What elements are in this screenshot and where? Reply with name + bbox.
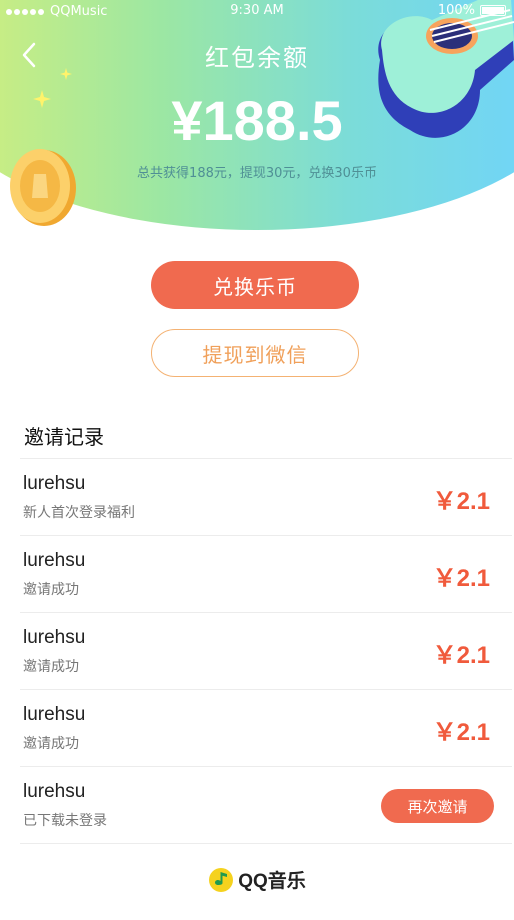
record-description: 已下载未登录 (23, 813, 107, 829)
invite-record-list: lurehsu 新人首次登录福利 ￥2.1 lurehsu 邀请成功 ￥2.1 … (20, 458, 512, 844)
record-description: 邀请成功 (23, 659, 79, 675)
qq-music-logo-icon (209, 867, 234, 892)
page-title: 红包余额 (205, 44, 309, 72)
record-username: lurehsu (23, 781, 86, 802)
reinvite-button[interactable]: 再次邀请 (381, 789, 494, 823)
record-description: 新人首次登录福利 (23, 505, 135, 521)
record-amount: ￥2.1 (432, 565, 490, 592)
battery-percent: 100% (437, 3, 475, 18)
list-divider (20, 843, 512, 844)
record-amount: ￥2.1 (432, 488, 490, 515)
list-item: lurehsu 邀请成功 ￥2.1 (20, 535, 512, 612)
record-username: lurehsu (23, 550, 86, 571)
list-item: lurehsu 邀请成功 ￥2.1 (20, 612, 512, 689)
record-amount: ￥2.1 (432, 642, 490, 669)
record-amount: ￥2.1 (432, 719, 490, 746)
record-username: lurehsu (23, 473, 86, 494)
footer-logo-text: QQ音乐 (238, 871, 306, 892)
section-title: 邀请记录 (24, 425, 104, 449)
record-username: lurehsu (23, 704, 86, 725)
coin-illustration (10, 149, 76, 226)
record-description: 邀请成功 (23, 736, 79, 752)
record-description: 邀请成功 (23, 582, 79, 598)
header-banner: QQMusic 9:30 AM 100% 红包余额 ¥188.5 总共获得188… (0, 0, 514, 230)
balance-summary: 总共获得188元，提现30元，兑换30乐币 (137, 166, 377, 181)
withdraw-to-wechat-button[interactable]: 提现到微信 (151, 329, 359, 377)
footer-logo: QQ音乐 (0, 866, 514, 893)
battery-icon (480, 5, 506, 16)
list-item: lurehsu 邀请成功 ￥2.1 (20, 689, 512, 766)
exchange-coins-button[interactable]: 兑换乐币 (151, 261, 359, 309)
list-item: lurehsu 已下载未登录 再次邀请 (20, 766, 512, 843)
balance-amount: ¥188.5 (171, 89, 343, 152)
battery-indicator: 100% (438, 3, 506, 18)
status-bar: QQMusic 9:30 AM 100% (0, 0, 514, 24)
record-username: lurehsu (23, 627, 86, 648)
list-item: lurehsu 新人首次登录福利 ￥2.1 (20, 458, 512, 535)
